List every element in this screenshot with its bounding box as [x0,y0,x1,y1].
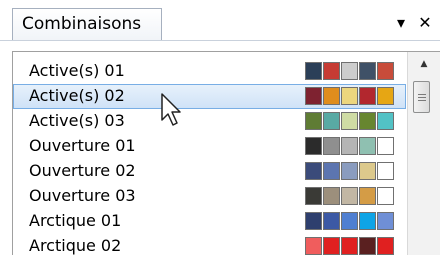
color-swatch [341,162,358,180]
close-pane-button[interactable]: ✕ [415,12,435,34]
color-swatch [377,137,394,155]
list-item[interactable]: Ouverture 01 [13,134,406,159]
color-swatch [359,237,376,255]
color-swatch [305,237,322,255]
list-item[interactable]: Ouverture 02 [13,159,406,184]
color-swatch [377,112,394,130]
color-swatch [341,87,358,105]
scheme-name: Arctique 02 [29,236,122,255]
color-swatch [323,62,340,80]
scheme-name: Ouverture 02 [29,161,136,180]
color-swatch [305,137,322,155]
color-swatch [323,112,340,130]
color-swatch [305,87,322,105]
list-item[interactable]: Active(s) 01 [13,59,406,84]
color-swatch [359,62,376,80]
color-swatch [323,87,340,105]
color-swatch [377,237,394,255]
color-swatches [305,137,395,157]
color-swatches [305,62,395,82]
color-swatch [305,162,322,180]
color-swatch [323,162,340,180]
color-swatch [341,187,358,205]
color-swatch [341,112,358,130]
color-swatch [341,137,358,155]
mouse-pointer-icon [160,92,188,134]
list-item[interactable]: Ouverture 03 [13,184,406,209]
scroll-thumb[interactable] [413,81,430,113]
color-swatches [305,112,395,132]
list-item[interactable]: Active(s) 03 [13,109,406,134]
color-swatch [359,212,376,230]
color-swatch [305,212,322,230]
vertical-scrollbar[interactable]: ▲ [407,52,440,255]
pane-menu-button[interactable]: ▾ [392,12,410,34]
scheme-name: Ouverture 01 [29,136,136,155]
color-swatch [305,62,322,80]
color-swatch [359,137,376,155]
color-swatch [323,212,340,230]
scroll-up-arrow[interactable]: ▲ [411,55,437,73]
thumb-grip-line [418,97,426,98]
color-scheme-list[interactable]: Active(s) 01 Active(s) 02 Active(s) 03 Ouve… [12,51,440,255]
color-scheme-panel: Combinaisons ▾ ✕ Active(s) 01 Active(s) 0… [0,0,440,255]
color-swatch [359,187,376,205]
color-swatch [323,187,340,205]
color-swatch [341,237,358,255]
scheme-name: Active(s) 02 [29,86,125,105]
color-swatch [341,62,358,80]
tab-label: Combinaisons [22,14,142,34]
list-item[interactable]: Arctique 02 [13,234,406,255]
color-swatch [305,112,322,130]
scheme-name: Ouverture 03 [29,186,136,205]
tab-combinaisons[interactable]: Combinaisons [12,8,162,40]
color-swatches [305,87,395,107]
color-swatch [377,212,394,230]
color-swatches [305,237,395,255]
thumb-grip-line [418,94,426,95]
color-swatch [305,187,322,205]
list-item[interactable]: Active(s) 02 [13,84,406,109]
scheme-name: Arctique 01 [29,211,122,230]
color-swatch [323,237,340,255]
thumb-grip-line [418,100,426,101]
color-swatch [377,187,394,205]
color-swatch [377,87,394,105]
color-swatches [305,187,395,207]
color-swatch [341,212,358,230]
color-swatch [359,112,376,130]
scheme-name: Active(s) 03 [29,111,125,130]
color-swatch [377,62,394,80]
color-swatch [359,162,376,180]
color-swatch [377,162,394,180]
color-swatch [323,137,340,155]
list-item[interactable]: Arctique 01 [13,209,406,234]
color-swatch [359,87,376,105]
color-swatches [305,212,395,232]
color-swatches [305,162,395,182]
scheme-name: Active(s) 01 [29,61,125,80]
tab-strip-divider [0,40,440,41]
